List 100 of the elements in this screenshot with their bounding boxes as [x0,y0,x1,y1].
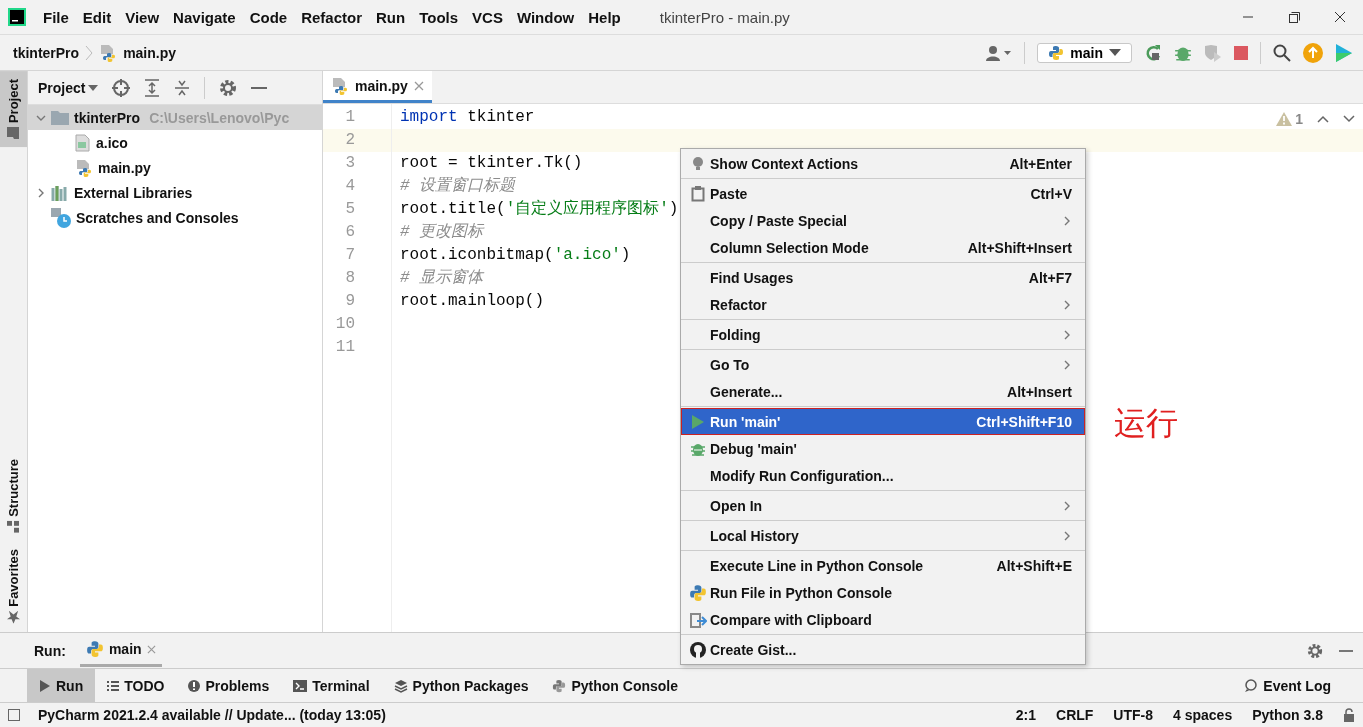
folder-icon [51,110,69,125]
run-panel-title: Run: [34,642,66,659]
menu-item[interactable]: Create Gist... [681,636,1085,663]
code-line: root.title('自定义应用程序图标') [400,198,679,220]
menu-item[interactable]: Refactor [681,291,1085,318]
code-line: # 显示窗体 [400,267,484,289]
lock-icon[interactable] [1343,708,1355,722]
menu-item[interactable]: Navigate [166,8,243,26]
code-line: import tkinter [400,107,535,128]
tree-item[interactable]: a.ico [96,134,128,151]
status-item[interactable]: Python 3.8 [1252,707,1323,723]
menu-item[interactable]: Execute Line in Python Console Alt+Shift+E [681,552,1085,579]
tool-window-button[interactable]: TODO [95,669,177,702]
expand-all-icon[interactable] [144,78,161,97]
menu-item[interactable]: VCS [465,8,510,26]
code-line: # 更改图标 [400,222,484,243]
line-number: 10 [334,314,356,335]
menu-item[interactable]: Compare with Clipboard [681,606,1085,633]
code-line: root = tkinter.Tk() [400,153,583,174]
exclamation-icon [188,679,201,692]
menu-item[interactable]: Run File in Python Console [681,579,1085,606]
line-number: 7 [344,245,356,266]
python-icon [552,678,567,693]
user-icon[interactable] [986,44,1013,61]
settings-icon[interactable] [219,78,238,97]
settings-icon[interactable] [1307,642,1323,659]
menu-item[interactable]: Code [242,8,295,26]
menu-item[interactable]: Copy / Paste Special [681,207,1085,234]
status-message[interactable]: PyCharm 2021.2.4 available // Update... (today 13:05) [38,707,386,723]
star-icon [7,611,20,624]
tool-window-button[interactable]: Problems [176,669,282,702]
menu-item[interactable]: Paste Ctrl+V [681,180,1085,207]
chevron-down-icon[interactable] [1343,115,1355,123]
menu-item[interactable]: Folding [681,321,1085,348]
tree-item[interactable]: tkinterPro [74,109,141,126]
menu-item[interactable]: Debug 'main' [681,435,1085,462]
menu-item[interactable]: Refactor [294,8,369,26]
tool-window-button[interactable]: Terminal [281,669,382,702]
tool-window-button[interactable]: Event Log [1232,669,1343,702]
side-tab[interactable]: Project [0,71,27,148]
menu-item[interactable]: Find Usages Alt+F7 [681,264,1085,291]
menu-item[interactable]: Local History [681,522,1085,549]
terminal-icon [293,679,308,692]
play-icon [39,679,51,692]
stop-icon[interactable] [1234,45,1248,60]
status-item[interactable]: UTF-8 [1113,707,1154,723]
warning-count[interactable]: 1 [1295,111,1303,127]
status-item[interactable]: 2:1 [1015,707,1037,723]
menu-item[interactable]: Run [369,8,413,26]
triangle-logo-icon[interactable] [1335,42,1353,63]
search-icon[interactable] [1273,43,1291,62]
side-tab[interactable]: Structure [0,451,27,542]
editor-tab[interactable]: main.py [323,71,432,103]
project-path: C:\Users\Lenovo\Pyc [149,109,290,126]
side-tab[interactable]: Favorites [0,541,27,632]
tool-window-button[interactable]: Python Packages [381,669,541,702]
list-icon [107,679,120,692]
menu-item[interactable]: Run 'main' Ctrl+Shift+F10 [681,408,1085,435]
menu-item[interactable]: Show Context Actions Alt+Enter [681,150,1085,177]
status-item[interactable]: CRLF [1056,707,1094,723]
menu-item[interactable]: Column Selection Mode Alt+Shift+Insert [681,234,1085,261]
status-item[interactable]: 4 spaces [1173,707,1233,723]
menu-item[interactable]: Go To [681,351,1085,378]
crosshair-icon[interactable] [112,78,131,97]
menu-item[interactable]: Help [581,8,628,26]
run-configuration-dropdown[interactable]: main [1037,42,1132,63]
tree-item[interactable]: Scratches and Consoles [76,209,239,226]
menu-item[interactable]: Tools [412,8,466,26]
panel-toggle-icon[interactable] [8,709,20,721]
rerun-icon[interactable] [1144,43,1162,62]
folder-icon [7,127,20,140]
tool-window-button[interactable]: Python Console [540,669,691,702]
code-line: # 设置窗口标题 [400,175,516,197]
collapse-all-icon[interactable] [174,78,191,97]
run-tab[interactable]: main [79,634,162,667]
chevron-up-icon[interactable] [1317,115,1329,123]
caret-icon[interactable] [88,84,99,91]
project-view-dropdown[interactable]: Project [38,79,86,96]
play-icon [691,413,705,430]
menu-item[interactable]: View [118,8,167,26]
menu-item[interactable]: File [36,8,76,26]
tree-item[interactable]: External Libraries [74,184,193,201]
menu-item[interactable]: Modify Run Configuration... [681,462,1085,489]
tree-item[interactable]: main.py [98,159,151,176]
caret-icon [1109,48,1121,57]
python-file-icon [99,43,118,62]
image-file-icon [75,133,91,152]
clipboard-icon [691,185,705,202]
breadcrumb-item[interactable]: main.py [123,44,177,61]
line-number: 11 [334,337,356,358]
breadcrumb-separator-icon [85,44,94,61]
scratch-clock-icon [51,207,71,228]
line-number: 1 [344,107,356,128]
breadcrumb-item[interactable]: tkinterPro [13,44,80,61]
menu-item[interactable]: Generate... Alt+Insert [681,378,1085,405]
menu-item[interactable]: Open In [681,492,1085,519]
line-number: 4 [344,176,356,197]
menu-item[interactable]: Window [509,8,582,26]
menu-item[interactable]: Edit [75,8,119,26]
tool-window-button[interactable]: Run [27,669,96,702]
